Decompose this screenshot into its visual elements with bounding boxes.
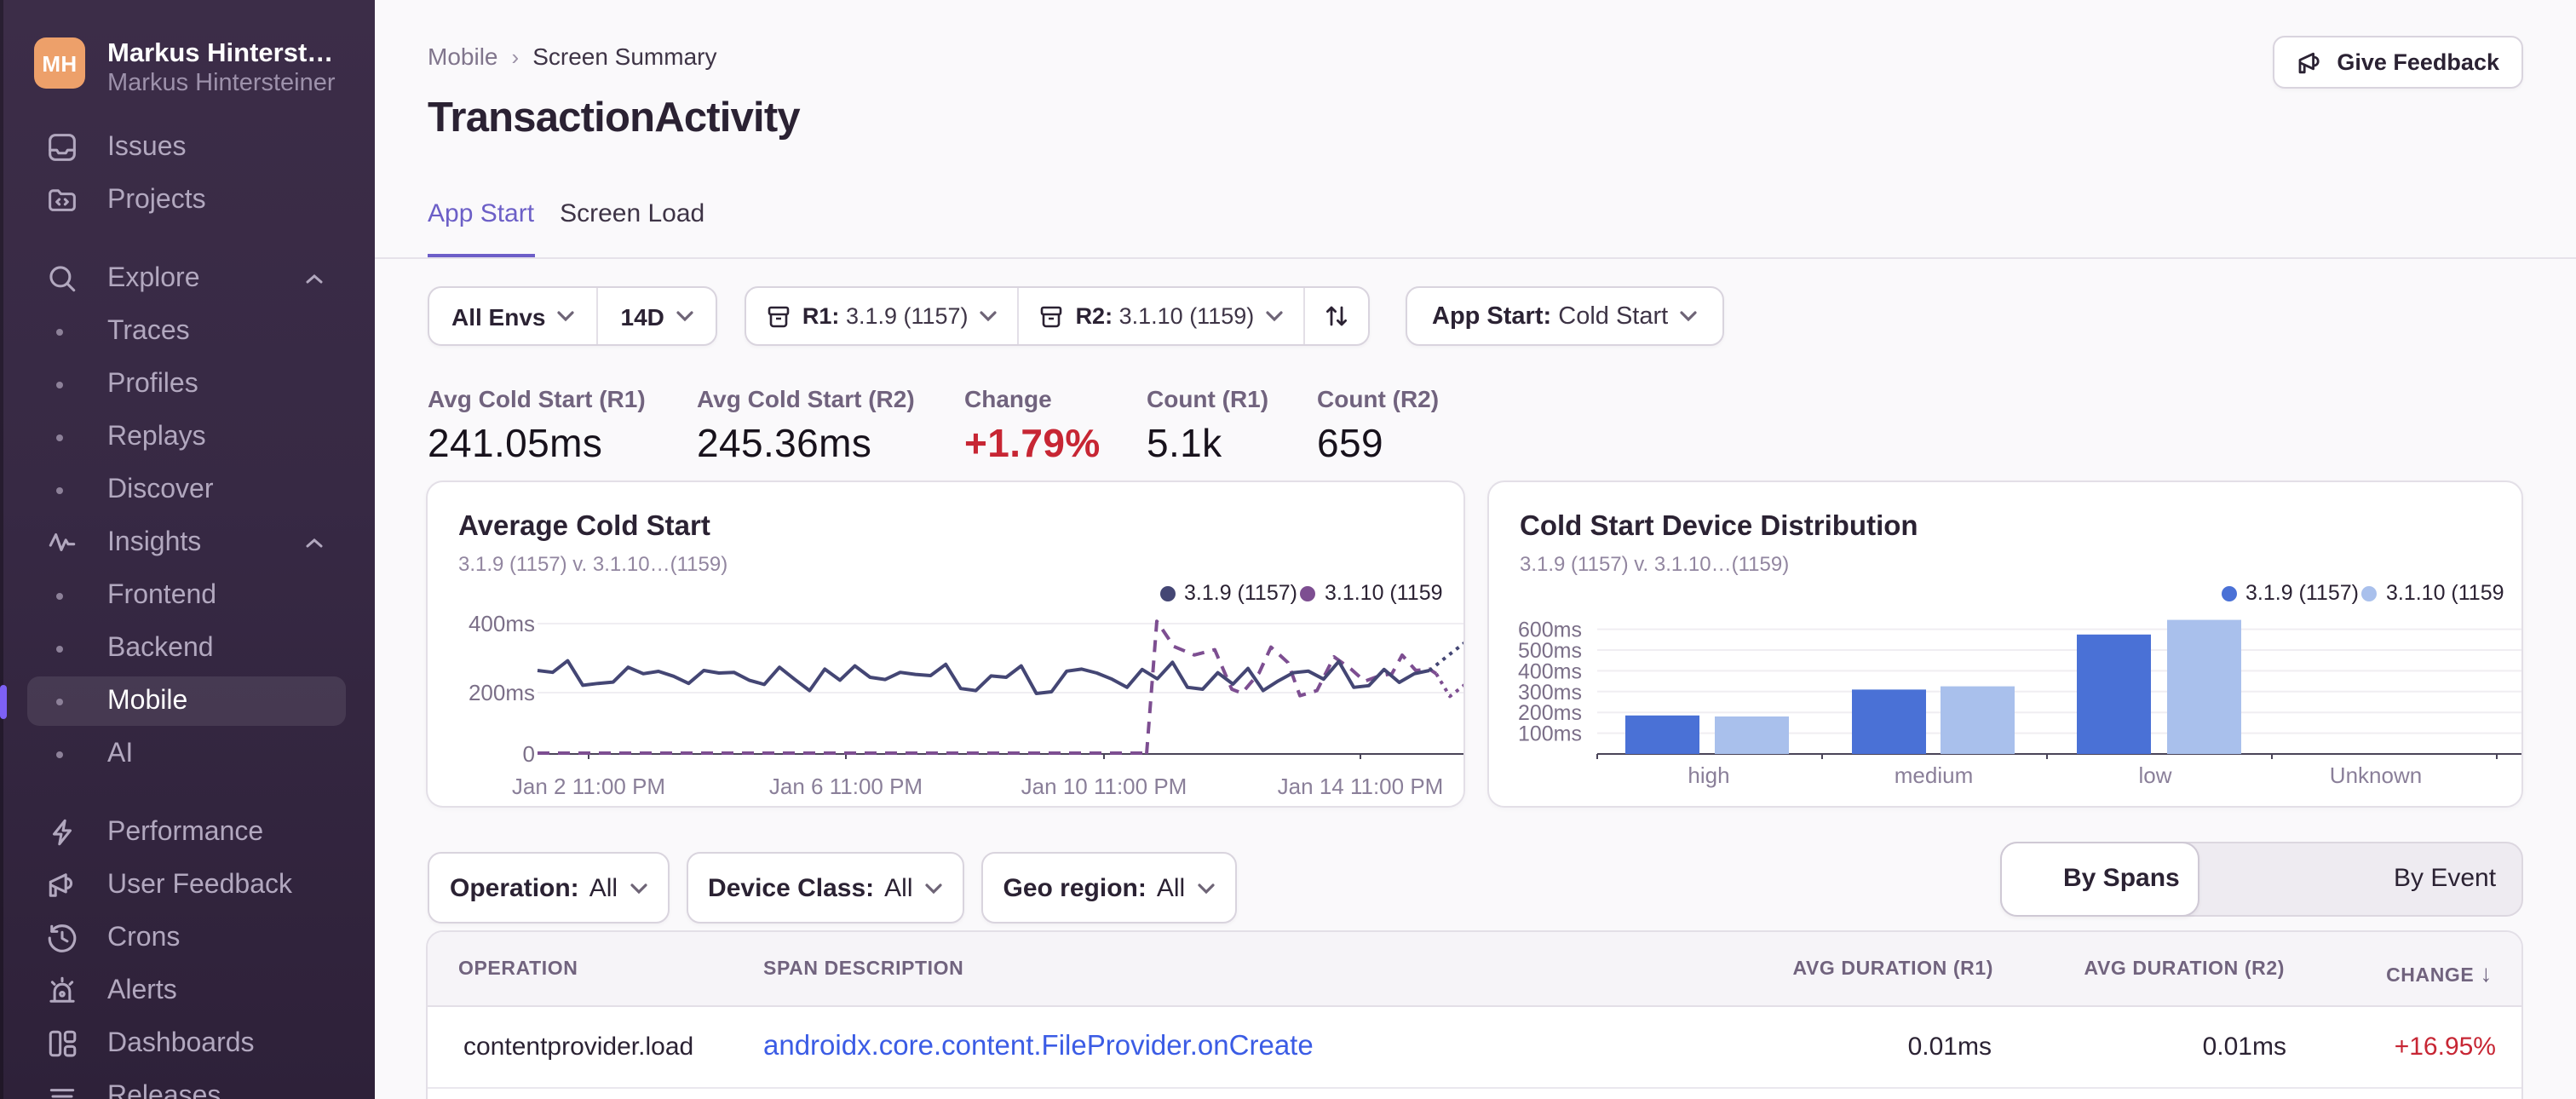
svg-text:400ms: 400ms — [469, 611, 535, 636]
svg-text:high: high — [1688, 762, 1729, 788]
svg-text:600ms: 600ms — [1518, 619, 1582, 642]
svg-text:0: 0 — [523, 741, 535, 767]
svg-text:Jan 2 11:00 PM: Jan 2 11:00 PM — [512, 774, 665, 799]
svg-text:300ms: 300ms — [1518, 681, 1582, 705]
svg-text:Jan 14 11:00 PM: Jan 14 11:00 PM — [1278, 774, 1444, 799]
svg-text:medium: medium — [1895, 762, 1973, 788]
svg-text:500ms: 500ms — [1518, 639, 1582, 663]
svg-text:Jan 6 11:00 PM: Jan 6 11:00 PM — [769, 774, 923, 799]
svg-text:Jan 10 11:00 PM: Jan 10 11:00 PM — [1021, 774, 1187, 799]
svg-text:200ms: 200ms — [1518, 701, 1582, 725]
svg-text:100ms: 100ms — [1518, 722, 1582, 746]
svg-text:400ms: 400ms — [1518, 659, 1582, 683]
svg-text:200ms: 200ms — [469, 680, 535, 705]
svg-text:low: low — [2138, 762, 2171, 788]
svg-text:Unknown: Unknown — [2330, 762, 2422, 788]
